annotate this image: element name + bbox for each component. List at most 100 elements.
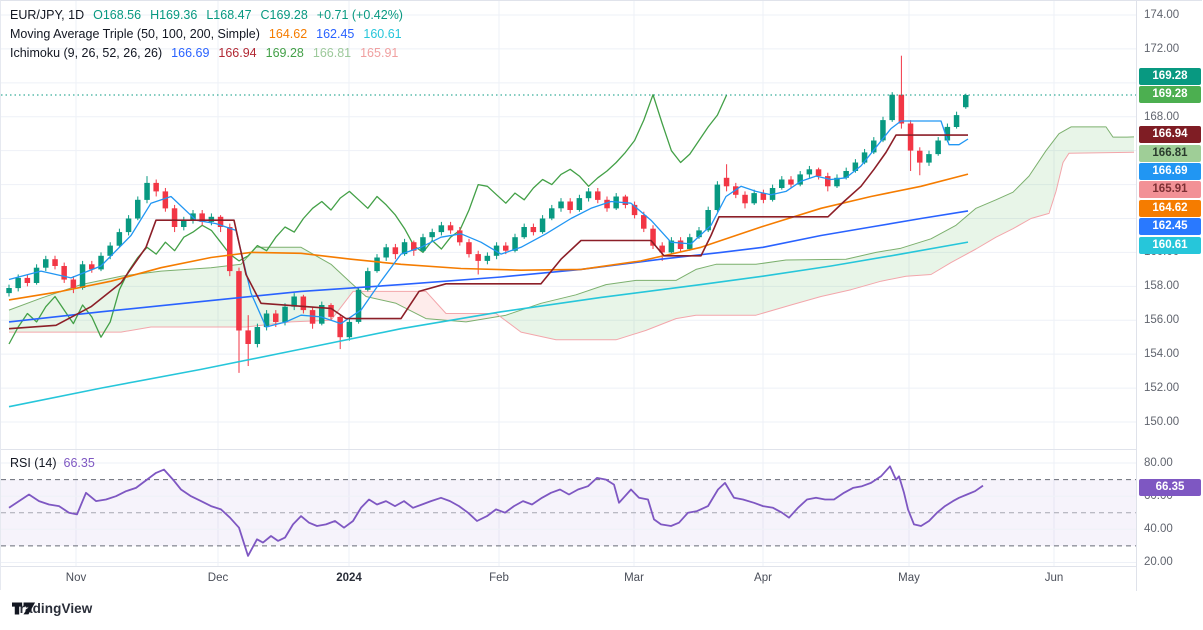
legend-value: 162.45 bbox=[316, 27, 355, 41]
axis-price-label: 154.00 bbox=[1144, 348, 1180, 360]
candle-body bbox=[15, 277, 21, 289]
price-badge: 169.28 bbox=[1139, 67, 1201, 85]
candle-body bbox=[227, 227, 233, 272]
month-label-jun: Jun bbox=[1044, 572, 1064, 584]
candle-body bbox=[429, 232, 435, 238]
month-label-nov: Nov bbox=[65, 572, 87, 584]
legend-symbol-row[interactable]: EUR/JPY, 1D O168.56 H169.36 L168.47 C169.28 +… bbox=[10, 6, 412, 25]
axis-price-label: 156.00 bbox=[1144, 314, 1180, 326]
candle-body bbox=[392, 247, 399, 255]
main-chart-pane[interactable] bbox=[1, 1, 1136, 449]
candle-body bbox=[457, 230, 463, 243]
price-badge: 162.45 bbox=[1139, 217, 1201, 235]
month-label-feb: Feb bbox=[489, 572, 509, 584]
candle-body bbox=[24, 277, 31, 283]
candle-body bbox=[70, 279, 77, 288]
rsi-badge: 66.35 bbox=[1139, 478, 1201, 496]
candle-body bbox=[788, 179, 794, 185]
axis-price-label: 158.00 bbox=[1144, 280, 1180, 292]
candle-body bbox=[79, 264, 86, 288]
candle-body bbox=[641, 215, 647, 229]
candle-body bbox=[337, 316, 343, 338]
candle-body bbox=[880, 120, 886, 141]
price-badge: 166.69 bbox=[1139, 162, 1201, 180]
legend-value: 169.28 bbox=[265, 46, 304, 60]
ichimoku-cloud-bearish bbox=[363, 291, 501, 322]
candle-body bbox=[953, 115, 960, 127]
candle-body bbox=[742, 194, 748, 204]
candle-body bbox=[438, 225, 445, 233]
legend-value: 160.61 bbox=[363, 27, 402, 41]
legend-value: C169.28 bbox=[260, 8, 308, 22]
axis-price-label: 174.00 bbox=[1144, 9, 1180, 21]
legend-value: H169.36 bbox=[150, 8, 198, 22]
legend-value: +0.71 (+0.42%) bbox=[316, 8, 403, 22]
candle-body bbox=[144, 182, 150, 200]
legend: EUR/JPY, 1D O168.56 H169.36 L168.47 C169.28 +… bbox=[10, 6, 412, 63]
candle-body bbox=[907, 123, 914, 151]
legend-value: 165.91 bbox=[360, 46, 399, 60]
legend-ichimoku-row[interactable]: Ichimoku (9, 26, 52, 26, 26) 166.69 166.94… bbox=[10, 44, 412, 63]
candle-body bbox=[52, 259, 58, 266]
candle-body bbox=[153, 182, 159, 192]
candle-body bbox=[383, 247, 389, 258]
legend-value: L168.47 bbox=[206, 8, 252, 22]
candle-body bbox=[61, 266, 67, 280]
month-label-2024: 2024 bbox=[336, 572, 362, 584]
candle-body bbox=[503, 245, 509, 251]
price-badge: 169.28 bbox=[1139, 85, 1201, 103]
candle-body bbox=[33, 267, 40, 283]
candle-body bbox=[447, 225, 454, 231]
tradingview-logo-icon[interactable] bbox=[12, 601, 36, 616]
candle-body bbox=[273, 313, 279, 322]
candle-body bbox=[917, 150, 923, 163]
month-label-mar: Mar bbox=[624, 572, 644, 584]
legend-value: 166.94 bbox=[218, 46, 257, 60]
candle-body bbox=[751, 193, 757, 204]
chart-widget: EUR/JPY, 1D O168.56 H169.36 L168.47 C169.28 +… bbox=[0, 0, 1203, 591]
axis-price-label: 168.00 bbox=[1144, 111, 1180, 123]
candle-body bbox=[576, 198, 583, 210]
rsi-legend[interactable]: RSI (14) 66.35 bbox=[10, 456, 95, 470]
legend-title: EUR/JPY, 1D bbox=[10, 8, 85, 22]
candle-body bbox=[723, 177, 730, 187]
candle-body bbox=[181, 220, 187, 227]
legend-title: Ichimoku (9, 26, 52, 26, 26) bbox=[10, 46, 163, 60]
candle-body bbox=[889, 94, 895, 121]
candle-body bbox=[714, 184, 721, 210]
price-badge: 166.81 bbox=[1139, 144, 1201, 162]
candle-body bbox=[135, 199, 141, 219]
price-axis[interactable]: 174.00172.00168.00160.00158.00156.00154.… bbox=[1136, 1, 1203, 591]
candle-body bbox=[300, 296, 307, 311]
candle-body bbox=[374, 257, 380, 272]
legend-ma-triple-row[interactable]: Moving Average Triple (50, 100, 200, Sim… bbox=[10, 25, 412, 44]
rsi-pane[interactable] bbox=[1, 449, 1136, 566]
candle-body bbox=[43, 259, 49, 268]
ichimoku-cloud-bullish bbox=[501, 126, 1134, 340]
pane-separator[interactable] bbox=[1, 449, 1203, 450]
candle-body bbox=[466, 242, 472, 255]
axis-price-label: 20.00 bbox=[1144, 556, 1173, 568]
rsi-value: 66.35 bbox=[63, 456, 95, 470]
legend-value: O168.56 bbox=[93, 8, 142, 22]
tradingview-chart-app: EUR/JPY, 1D O168.56 H169.36 L168.47 C169.28 +… bbox=[0, 0, 1203, 630]
candle-body bbox=[521, 227, 527, 238]
candle-body bbox=[125, 218, 132, 233]
month-label-dec: Dec bbox=[207, 572, 229, 584]
candle-body bbox=[549, 208, 555, 219]
candle-body bbox=[328, 305, 334, 317]
candle-body bbox=[171, 208, 178, 227]
candle-body bbox=[898, 94, 905, 124]
legend-title: Moving Average Triple (50, 100, 200, Sim… bbox=[10, 27, 260, 41]
axis-price-label: 80.00 bbox=[1144, 457, 1173, 469]
candle-body bbox=[254, 327, 261, 344]
price-badge: 160.61 bbox=[1139, 236, 1201, 254]
month-label-may: May bbox=[898, 572, 920, 584]
axis-price-label: 40.00 bbox=[1144, 523, 1173, 535]
candle-body bbox=[530, 227, 537, 233]
price-badge: 165.91 bbox=[1139, 180, 1201, 198]
candle-body bbox=[825, 176, 831, 187]
time-axis[interactable]: Nov Dec 2024 Feb Mar Apr May Jun bbox=[1, 566, 1136, 591]
rsi-label: RSI (14) bbox=[10, 456, 57, 470]
price-badge: 166.94 bbox=[1139, 125, 1201, 143]
